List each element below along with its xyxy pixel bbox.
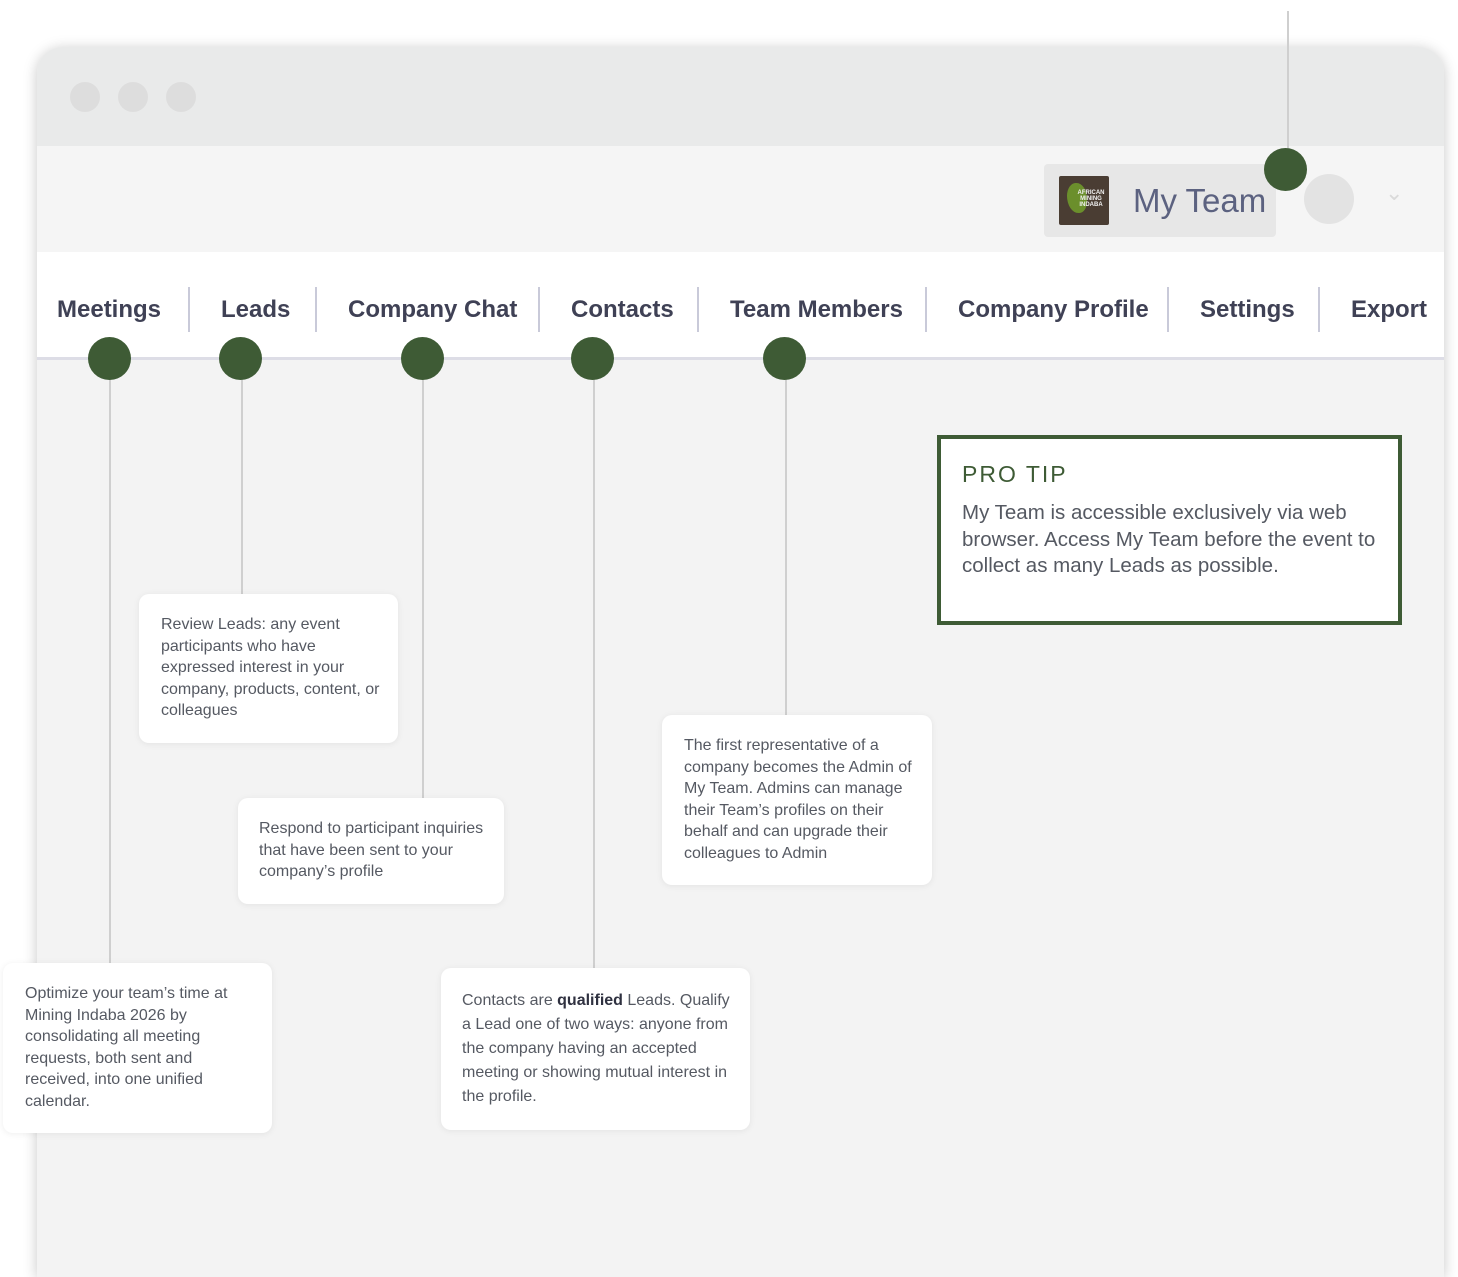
tab-export[interactable]: Export [1351, 296, 1427, 324]
connector-line-contacts [593, 360, 595, 968]
tab-contacts[interactable]: Contacts [571, 296, 674, 324]
app-header: AFRICAN MINING INDABA My Team ⌄ [37, 146, 1444, 252]
marker-contacts [571, 337, 614, 380]
marker-team-members [763, 337, 806, 380]
user-avatar[interactable] [1304, 174, 1354, 224]
title-bar [37, 47, 1444, 146]
tab-company-chat[interactable]: Company Chat [348, 296, 517, 324]
team-name: My Team [1133, 182, 1267, 219]
nav-separator [188, 287, 190, 332]
callout-contacts: Contacts are qualified Leads. Qualify a … [441, 968, 750, 1130]
tab-meetings[interactable]: Meetings [57, 296, 161, 324]
marker-my-team [1264, 148, 1307, 191]
marker-leads [219, 337, 262, 380]
mining-indaba-logo: AFRICAN MINING INDABA [1059, 176, 1109, 225]
connector-line-leads [241, 360, 243, 594]
nav-separator [697, 287, 699, 332]
window-close-button[interactable] [70, 82, 100, 112]
nav-separator [1318, 287, 1320, 332]
tab-company-profile[interactable]: Company Profile [958, 296, 1149, 324]
tab-settings[interactable]: Settings [1200, 296, 1295, 324]
connector-line-team-members [785, 360, 787, 716]
callout-meetings: Optimize your team’s time at Mining Inda… [3, 963, 272, 1133]
logo-text: AFRICAN MINING INDABA [1077, 190, 1105, 208]
nav-separator [1167, 287, 1169, 332]
nav-separator [315, 287, 317, 332]
connector-line-meetings [109, 360, 111, 964]
callout-team-members: The first representative of a company be… [662, 715, 932, 885]
tab-team-members[interactable]: Team Members [730, 296, 903, 324]
chevron-down-icon[interactable]: ⌄ [1385, 180, 1403, 206]
window-maximize-button[interactable] [166, 82, 196, 112]
marker-company-chat [401, 337, 444, 380]
window-minimize-button[interactable] [118, 82, 148, 112]
pro-tip-box: PRO TIP My Team is accessible exclusivel… [937, 435, 1402, 625]
callout-leads: Review Leads: any event participants who… [139, 594, 398, 743]
nav-separator [925, 287, 927, 332]
nav-separator [538, 287, 540, 332]
contacts-text-bold: qualified [557, 992, 623, 1009]
pro-tip-title: PRO TIP [962, 461, 1068, 487]
contacts-text-prefix: Contacts are [462, 992, 558, 1009]
team-switcher[interactable]: AFRICAN MINING INDABA My Team [1044, 164, 1276, 237]
tab-leads[interactable]: Leads [221, 296, 290, 324]
connector-line-my-team [1287, 11, 1289, 161]
marker-meetings [88, 337, 131, 380]
callout-company-chat: Respond to participant inquiries that ha… [238, 798, 504, 904]
pro-tip-body: My Team is accessible exclusively via we… [962, 501, 1376, 577]
connector-line-company-chat [422, 360, 424, 798]
